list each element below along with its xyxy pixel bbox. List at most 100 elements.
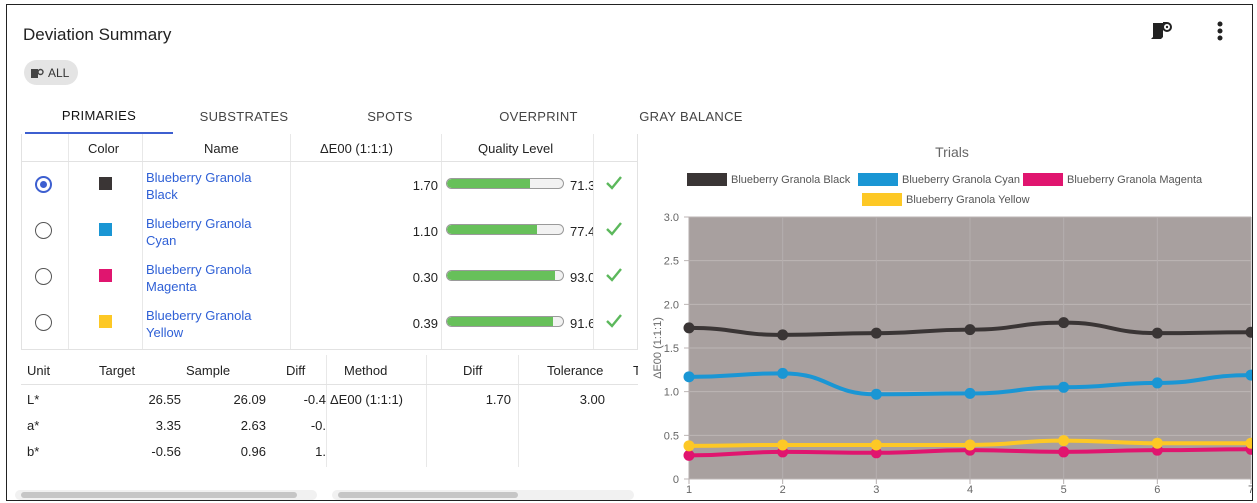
column-header-method: Method bbox=[344, 363, 388, 378]
chip-label: ALL bbox=[48, 65, 70, 80]
data-point bbox=[683, 449, 695, 461]
legend-item[interactable]: Blueberry Granola Black bbox=[687, 173, 850, 186]
delta-e-value: 0.30 bbox=[412, 270, 438, 285]
legend-item[interactable]: Blueberry Granola Magenta bbox=[1023, 173, 1202, 186]
color-name-link[interactable]: Blueberry Granola Magenta bbox=[146, 261, 286, 295]
y-tick-label: 3.0 bbox=[664, 212, 679, 224]
y-tick-label: 0 bbox=[673, 474, 679, 486]
diff-cell: -0. bbox=[310, 418, 326, 433]
x-tick-label: 3 bbox=[873, 484, 879, 496]
quality-bar-fill bbox=[447, 179, 530, 188]
filter-chip-all[interactable]: ALL bbox=[24, 60, 79, 85]
target-cell: -0.56 bbox=[151, 444, 181, 459]
quality-value: 91.6 bbox=[570, 316, 593, 331]
color-name-link[interactable]: Blueberry Granola Cyan bbox=[146, 215, 286, 249]
table-row[interactable]: Blueberry Granola Cyan 1.10 77.4 bbox=[22, 208, 637, 254]
horizontal-scrollbar[interactable] bbox=[15, 490, 317, 500]
quality-bar-fill bbox=[447, 225, 537, 234]
target-cell: 3.35 bbox=[155, 418, 181, 433]
diff2-cell: 1.70 bbox=[485, 392, 511, 407]
data-point bbox=[683, 322, 695, 334]
quality-bar-fill bbox=[447, 317, 554, 326]
x-tick-label: 7 bbox=[1248, 484, 1253, 496]
table-row[interactable]: Blueberry Granola Black 1.70 71.3 bbox=[22, 162, 637, 208]
tab-gray-balance[interactable]: GRAY BALANCE bbox=[612, 98, 770, 134]
data-point bbox=[870, 388, 882, 400]
quality-bar bbox=[446, 224, 564, 235]
color-name-link[interactable]: Blueberry Granola Yellow bbox=[146, 307, 286, 341]
tab-overprint[interactable]: OVERPRINT bbox=[465, 98, 612, 134]
data-point bbox=[964, 439, 976, 451]
color-swatch bbox=[99, 177, 112, 190]
data-point bbox=[1058, 435, 1070, 447]
x-tick-label: 1 bbox=[686, 484, 692, 496]
table-row[interactable]: Blueberry Granola Yellow 0.39 91.6 bbox=[22, 300, 637, 346]
column-header-color: Color bbox=[88, 141, 120, 156]
sample-cell: 0.96 bbox=[240, 444, 266, 459]
column-header-target: Target bbox=[99, 363, 136, 378]
row-radio[interactable] bbox=[35, 176, 52, 193]
tolerance-cell: 3.00 bbox=[579, 392, 605, 407]
data-point bbox=[1151, 437, 1163, 449]
column-header-quality: Quality Level bbox=[478, 141, 554, 156]
y-tick-label: 2.0 bbox=[664, 299, 679, 311]
check-icon bbox=[605, 175, 623, 194]
legend-item[interactable]: Blueberry Granola Cyan bbox=[858, 173, 1020, 186]
legend-swatch bbox=[1023, 173, 1063, 186]
quality-value: 71.3 bbox=[570, 178, 593, 193]
color-swatch bbox=[99, 315, 112, 328]
tab-primaries[interactable]: PRIMARIES bbox=[25, 98, 173, 134]
tab-spots[interactable]: SPOTS bbox=[315, 98, 465, 134]
x-tick-label: 2 bbox=[780, 484, 786, 496]
row-radio[interactable] bbox=[35, 314, 52, 331]
delta-e-value: 0.39 bbox=[412, 316, 438, 331]
data-point bbox=[870, 439, 882, 451]
data-point bbox=[1058, 446, 1070, 458]
legend-label: Blueberry Granola Black bbox=[731, 173, 851, 186]
scrollbar-thumb[interactable] bbox=[21, 492, 297, 498]
diff-cell: -0.4 bbox=[303, 392, 326, 407]
tab-substrates[interactable]: SUBSTRATES bbox=[173, 98, 315, 134]
color-name-link[interactable]: Blueberry Granola Black bbox=[146, 169, 286, 203]
column-header-name: Name bbox=[204, 141, 239, 156]
column-header-diff2: Diff bbox=[463, 363, 483, 378]
more-vert-icon[interactable] bbox=[1215, 21, 1225, 46]
x-tick-label: 6 bbox=[1154, 484, 1160, 496]
data-point bbox=[1058, 317, 1070, 329]
horizontal-scrollbar[interactable] bbox=[332, 490, 634, 500]
legend-label: Blueberry Granola Cyan bbox=[902, 173, 1021, 186]
y-tick-label: 1.5 bbox=[664, 343, 679, 355]
sample-cell: 26.09 bbox=[233, 392, 266, 407]
table-header: Color Name ΔE00 (1:1:1) Quality Level bbox=[22, 134, 637, 162]
data-point bbox=[683, 440, 695, 452]
scrollbar-thumb[interactable] bbox=[338, 492, 518, 498]
column-header-tolerance: Tolerance bbox=[547, 363, 604, 378]
y-axis-label: ΔE00 (1:1:1) bbox=[652, 317, 664, 379]
unit-cell: L* bbox=[27, 392, 40, 407]
column-header-diff: Diff bbox=[286, 363, 306, 378]
data-point bbox=[683, 371, 695, 383]
legend-item[interactable]: Blueberry Granola Yellow bbox=[862, 193, 1030, 206]
table-row[interactable]: Blueberry Granola Magenta 0.30 93.0 bbox=[22, 254, 637, 300]
primaries-table: Color Name ΔE00 (1:1:1) Quality Level Bl… bbox=[21, 134, 638, 350]
data-point bbox=[870, 327, 882, 339]
deviation-summary-panel: Deviation Summary ALL PRIMARIES SUBSTRAT… bbox=[6, 4, 1253, 501]
data-point bbox=[1151, 377, 1163, 389]
y-tick-label: 2.5 bbox=[664, 256, 679, 268]
x-tick-label: 4 bbox=[967, 484, 973, 496]
legend-label: Blueberry Granola Yellow bbox=[906, 193, 1030, 206]
data-point bbox=[964, 387, 976, 399]
target-cell: 26.55 bbox=[148, 392, 181, 407]
trials-line-chart: 0 0.5 1.0 1.5 2.0 2.5 3.0 1 2 3 4 5 6 7 ΔE00 (1:1:1) bbox=[652, 212, 1253, 496]
x-tick-label: 5 bbox=[1061, 484, 1067, 496]
method-cell: ΔE00 (1:1:1) bbox=[330, 392, 403, 407]
delta-e-value: 1.10 bbox=[412, 224, 438, 239]
row-radio[interactable] bbox=[35, 222, 52, 239]
row-radio[interactable] bbox=[35, 268, 52, 285]
chart-title: Trials bbox=[935, 144, 969, 160]
check-icon bbox=[605, 313, 623, 332]
sample-cell: 2.63 bbox=[240, 418, 266, 433]
page-title: Deviation Summary bbox=[23, 25, 172, 44]
paper-roll-icon[interactable] bbox=[1150, 19, 1172, 44]
data-point bbox=[777, 329, 789, 341]
